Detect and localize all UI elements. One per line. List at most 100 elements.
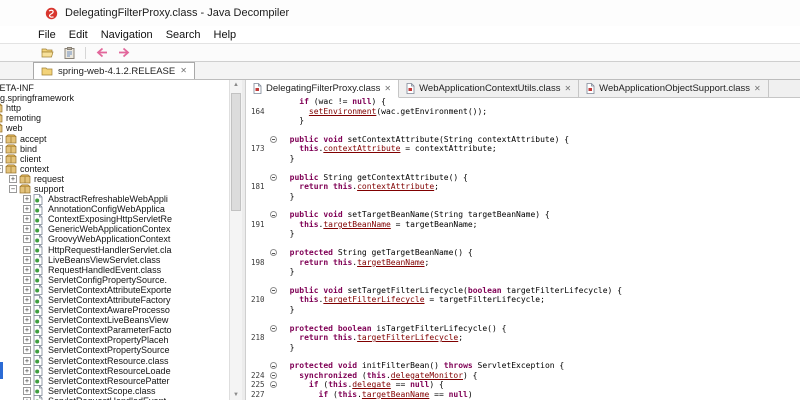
expand-box-icon[interactable]: + <box>23 195 31 204</box>
tree-item[interactable]: + HttpRequestHandlerServlet.cla <box>23 244 242 255</box>
tree-item[interactable]: + LiveBeansViewServlet.class <box>23 254 242 266</box>
code-text: } <box>280 342 295 352</box>
tree-item[interactable]: +META-INF <box>0 83 242 93</box>
tree-item[interactable]: + ServletContextAwareProcesso <box>23 304 242 316</box>
collapse-box-icon[interactable]: − <box>9 184 17 193</box>
close-tab-icon[interactable]: ✕ <box>754 84 761 93</box>
tree-item[interactable]: + accept <box>0 133 242 144</box>
scroll-up-icon[interactable]: ▲ <box>230 82 242 88</box>
fold-collapse-icon[interactable] <box>270 173 277 181</box>
tree-item[interactable]: + bind <box>0 144 242 154</box>
class-icon <box>33 395 45 400</box>
expand-box-icon[interactable]: + <box>23 275 31 284</box>
tree-item[interactable]: −org.springframework <box>0 93 242 103</box>
close-archive-tab-icon[interactable]: ✕ <box>180 67 187 75</box>
fold-collapse-icon[interactable] <box>270 324 277 332</box>
expand-box-icon[interactable]: + <box>23 245 31 254</box>
tree-item[interactable]: + ServletContextPropertySource <box>23 345 242 356</box>
expand-box-icon[interactable]: + <box>0 144 3 153</box>
tree-vertical-scrollbar[interactable]: ▲ ▼ <box>229 80 242 400</box>
tree-item[interactable]: + ServletContextResource.class <box>23 355 242 366</box>
tree-item[interactable]: + client <box>0 154 242 164</box>
tree-item[interactable]: − support <box>9 184 242 194</box>
tree-item[interactable]: +http <box>0 103 242 113</box>
tree-item-label: AnnotationConfigWebApplica <box>48 204 165 215</box>
fold-collapse-icon[interactable] <box>270 371 277 379</box>
expand-box-icon[interactable]: + <box>23 265 31 274</box>
fold-collapse-icon[interactable] <box>270 286 277 294</box>
expand-box-icon[interactable]: + <box>23 386 31 395</box>
paste-icon[interactable] <box>60 45 78 60</box>
expand-box-icon[interactable]: + <box>23 205 31 214</box>
expand-box-icon[interactable]: + <box>23 336 31 345</box>
code-text: this.targetFilterLifecycle = targetFilte… <box>299 295 545 305</box>
expand-box-icon[interactable]: + <box>23 356 31 365</box>
expand-box-icon[interactable]: + <box>23 225 31 234</box>
expand-box-icon[interactable]: + <box>0 154 3 163</box>
expand-box-icon[interactable]: + <box>23 255 31 264</box>
menu-item-edit[interactable]: Edit <box>69 29 88 41</box>
expand-box-icon[interactable]: + <box>23 326 31 335</box>
expand-box-icon[interactable]: + <box>23 285 31 294</box>
tree-item[interactable]: +ServletRequestHandledEvent. <box>23 395 242 400</box>
menu-item-file[interactable]: File <box>38 29 56 41</box>
tree-item[interactable]: + ServletContextResourcePatter <box>23 375 242 387</box>
tree-item[interactable]: + request <box>9 174 242 184</box>
open-archive-icon[interactable] <box>38 45 56 60</box>
tree-item[interactable]: + ServletContextAttributeExporte <box>23 284 242 296</box>
code-text: this.contextAttribute = contextAttribute… <box>299 144 497 154</box>
menu-item-navigation[interactable]: Navigation <box>101 29 153 41</box>
fold-collapse-icon[interactable] <box>270 211 277 219</box>
expand-box-icon[interactable]: + <box>23 346 31 355</box>
expand-box-icon[interactable]: + <box>23 306 31 315</box>
scrollbar-thumb[interactable] <box>231 93 241 211</box>
editor-tab[interactable]: DelegatingFilterProxy.class ✕ <box>246 80 400 98</box>
tree-item[interactable]: + ServletContextResourceLoade <box>23 365 242 377</box>
collapse-box-icon[interactable]: − <box>0 164 3 173</box>
forward-icon[interactable] <box>115 45 133 60</box>
archive-tab[interactable]: spring-web-4.1.2.RELEASE ✕ <box>33 62 195 79</box>
package-icon <box>19 183 31 194</box>
menu-item-search[interactable]: Search <box>166 29 201 41</box>
back-icon[interactable] <box>93 45 111 60</box>
code-text: } <box>280 153 295 163</box>
expand-box-icon[interactable]: + <box>23 215 31 224</box>
expand-box-icon[interactable]: + <box>0 134 3 143</box>
close-tab-icon[interactable]: ✕ <box>384 84 391 93</box>
tree-item[interactable]: + AnnotationConfigWebApplica <box>23 203 242 215</box>
expand-box-icon[interactable]: + <box>23 296 31 305</box>
editor-tab[interactable]: WebApplicationContextUtils.class ✕ <box>399 80 580 97</box>
expand-box-icon[interactable]: + <box>23 316 31 325</box>
code-view[interactable]: if (wac != null) {164 setEnvironment(wac… <box>246 98 800 400</box>
tree-item[interactable]: + ServletContextAttributeFactory <box>23 294 242 306</box>
fold-collapse-icon[interactable] <box>270 135 277 143</box>
expand-box-icon[interactable]: + <box>23 366 31 375</box>
close-tab-icon[interactable]: ✕ <box>564 84 571 93</box>
tree-item[interactable]: + ServletContextPropertyPlaceh <box>23 334 242 346</box>
tree-item[interactable]: + ServletContextParameterFacto <box>23 324 242 336</box>
menu-item-help[interactable]: Help <box>214 29 237 41</box>
tree-item[interactable]: −web <box>0 123 242 133</box>
tree-item[interactable]: + RequestHandledEvent.class <box>23 264 242 276</box>
tree-item[interactable]: + ContextExposingHttpServletRe <box>23 213 242 225</box>
editor-tab[interactable]: WebApplicationObjectSupport.class ✕ <box>579 80 769 97</box>
fold-collapse-icon[interactable] <box>270 362 277 370</box>
archive-tab-bar: spring-web-4.1.2.RELEASE ✕ <box>0 62 800 80</box>
tree-item[interactable]: + ServletContextScope.class <box>23 385 242 397</box>
tree-item[interactable]: + GroovyWebApplicationContext <box>23 234 242 245</box>
expand-box-icon[interactable]: + <box>9 174 17 183</box>
fold-collapse-icon[interactable] <box>270 249 277 257</box>
tree-item[interactable]: +remoting <box>0 113 242 123</box>
scroll-down-icon[interactable]: ▼ <box>230 392 242 398</box>
tree-item[interactable]: + ServletContextLiveBeansView <box>23 314 242 326</box>
tree-item[interactable]: + GenericWebApplicationContex <box>23 223 242 235</box>
line-number: 173 <box>251 144 265 154</box>
expand-box-icon[interactable]: + <box>23 235 31 244</box>
expand-box-icon[interactable]: + <box>23 376 31 385</box>
tree-item[interactable]: + AbstractRefreshableWebAppli <box>23 193 242 205</box>
tree-item[interactable]: + ServletConfigPropertySource. <box>23 274 242 286</box>
fold-collapse-icon[interactable] <box>270 381 277 389</box>
tree-item[interactable]: − context <box>0 164 242 174</box>
